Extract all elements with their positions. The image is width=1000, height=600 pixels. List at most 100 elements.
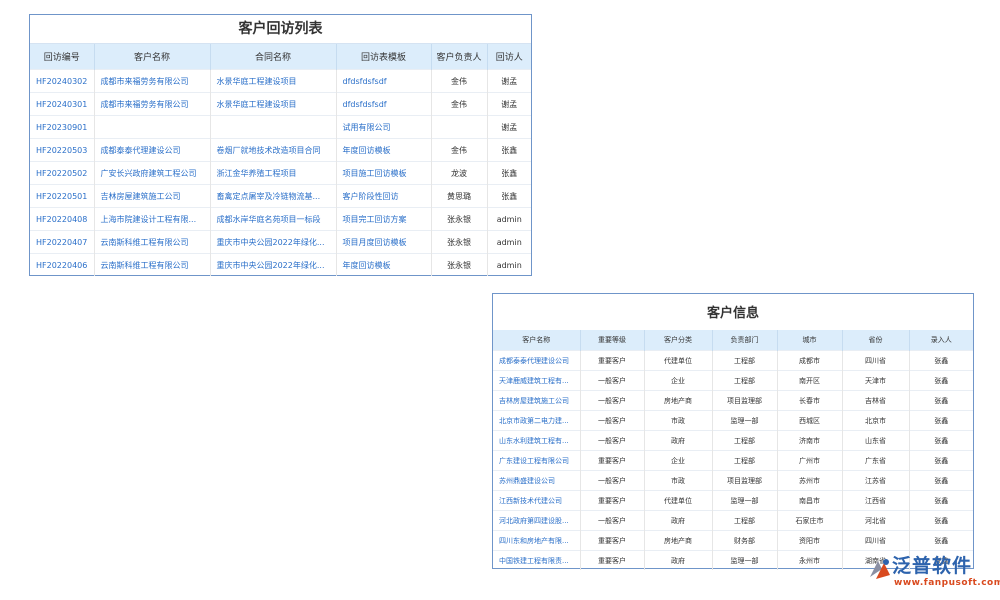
logo-name: 泛普软件 [892,551,972,578]
cell-link[interactable]: HF20220501 [30,185,94,208]
table-cell: 谢孟 [487,70,531,93]
table-cell: 工程部 [712,431,777,451]
column-header: 回访人 [487,44,531,70]
customer-row[interactable]: 成都泰泰代理建设公司重要客户代建单位工程部成都市四川省张鑫 [493,351,973,371]
cell-link[interactable]: 成都市来福劳务有限公司 [94,70,210,93]
cell-link[interactable]: HF20230901 [30,116,94,139]
table-cell: 监理一部 [712,551,777,571]
table-cell: 项目监理部 [712,391,777,411]
visit-row[interactable]: HF20220407云南斯科维工程有限公司重庆市中央公园2022年绿化...项目… [30,231,531,254]
table-cell: 广州市 [777,451,842,471]
cell-link[interactable]: HF20220406 [30,254,94,277]
table-cell: 重要客户 [580,531,644,551]
cell-link[interactable]: 畜禽定点屠宰及冷链物流基... [210,185,336,208]
cell-link[interactable]: 河北政府第四建设股... [493,511,580,531]
visit-row[interactable]: HF20220502广安长兴政府建筑工程公司浙江金华养殖工程项目项目施工回访模板… [30,162,531,185]
cell-link[interactable]: 北京市政第二电力建... [493,411,580,431]
cell-link[interactable]: 成都泰泰代理建设公司 [493,351,580,371]
cell-link[interactable]: 吉林房屋建筑施工公司 [94,185,210,208]
table-cell: 一般客户 [580,511,644,531]
cell-link[interactable]: 浙江金华养殖工程项目 [210,162,336,185]
cell-link[interactable]: 中国铁建工程有限责... [493,551,580,571]
cell-link[interactable]: 重庆市中央公园2022年绿化... [210,231,336,254]
cell-link[interactable]: 云南斯科维工程有限公司 [94,231,210,254]
customer-row[interactable]: 山东水利建筑工程有...一般客户政府工程部济南市山东省张鑫 [493,431,973,451]
cell-link[interactable]: 云南斯科维工程有限公司 [94,254,210,277]
cell-link[interactable]: 水景华庭工程建设项目 [210,93,336,116]
logo-mark-icon [866,555,894,583]
cell-link[interactable]: HF20220408 [30,208,94,231]
customer-row[interactable]: 北京市政第二电力建...一般客户市政监理一部西城区北京市张鑫 [493,411,973,431]
cell-link[interactable] [210,116,336,139]
visit-row[interactable]: HF20240302成都市来福劳务有限公司水景华庭工程建设项目dfdsfdsfs… [30,70,531,93]
cell-link[interactable]: 天津鹿威建筑工程有... [493,371,580,391]
cell-link[interactable] [94,116,210,139]
visit-list-panel: 客户回访列表 回访编号客户名称合同名称回访表模板客户负责人回访人 HF20240… [29,14,532,276]
table-cell: 市政 [644,471,712,491]
cell-link[interactable]: 山东水利建筑工程有... [493,431,580,451]
customer-row[interactable]: 江西新技术代建公司重要客户代建单位监理一部南昌市江西省张鑫 [493,491,973,511]
table-cell: 张鑫 [909,471,973,491]
table-cell: 河北省 [842,511,909,531]
table-cell: 张永银 [431,208,487,231]
cell-link[interactable]: HF20220407 [30,231,94,254]
customer-row[interactable]: 天津鹿威建筑工程有...一般客户企业工程部南开区天津市张鑫 [493,371,973,391]
table-cell: 张鑫 [909,431,973,451]
visit-list-table: 回访编号客户名称合同名称回访表模板客户负责人回访人 HF20240302成都市来… [30,44,531,276]
cell-link[interactable]: HF20240301 [30,93,94,116]
cell-link[interactable]: 广安长兴政府建筑工程公司 [94,162,210,185]
customer-info-title: 客户信息 [493,294,973,330]
visit-row[interactable]: HF20220406云南斯科维工程有限公司重庆市中央公园2022年绿化...年度… [30,254,531,277]
table-cell: 西城区 [777,411,842,431]
cell-link[interactable]: 客户阶段性回访 [336,185,431,208]
cell-link[interactable]: 试用有限公司 [336,116,431,139]
table-cell: 政府 [644,511,712,531]
cell-link[interactable]: 成都市来福劳务有限公司 [94,93,210,116]
customer-row[interactable]: 广东建设工程有限公司重要客户企业工程部广州市广东省张鑫 [493,451,973,471]
table-cell: 济南市 [777,431,842,451]
customer-row[interactable]: 苏州鼎盛建设公司一般客户市政项目监理部苏州市江苏省张鑫 [493,471,973,491]
cell-link[interactable]: 上海市院建设计工程有限... [94,208,210,231]
cell-link[interactable]: 项目施工回访模板 [336,162,431,185]
table-cell: 监理一部 [712,491,777,511]
cell-link[interactable]: 成都水岸华庭名苑项目一标段 [210,208,336,231]
table-cell: 张鑫 [909,491,973,511]
table-cell: 政府 [644,551,712,571]
cell-link[interactable]: 年度回访模板 [336,254,431,277]
cell-link[interactable]: 吉林房屋建筑施工公司 [493,391,580,411]
visit-row[interactable]: HF20220408上海市院建设计工程有限...成都水岸华庭名苑项目一标段项目完… [30,208,531,231]
cell-link[interactable]: 江西新技术代建公司 [493,491,580,511]
cell-link[interactable]: HF20220503 [30,139,94,162]
cell-link[interactable]: HF20220502 [30,162,94,185]
cell-link[interactable]: 成都泰泰代理建设公司 [94,139,210,162]
cell-link[interactable]: 卷烟厂就地技术改造项目合同 [210,139,336,162]
visit-row[interactable]: HF20220503成都泰泰代理建设公司卷烟厂就地技术改造项目合同年度回访模板金… [30,139,531,162]
table-cell: 房地产商 [644,391,712,411]
table-cell: 重要客户 [580,351,644,371]
customer-row[interactable]: 四川东和房地产有限...重要客户房地产商财务部资阳市四川省张鑫 [493,531,973,551]
table-cell: 石家庄市 [777,511,842,531]
cell-link[interactable]: 重庆市中央公园2022年绿化... [210,254,336,277]
table-cell: 成都市 [777,351,842,371]
cell-link[interactable]: 四川东和房地产有限... [493,531,580,551]
visit-row[interactable]: HF20240301成都市来福劳务有限公司水景华庭工程建设项目dfdsfdsfs… [30,93,531,116]
table-cell: 市政 [644,411,712,431]
table-cell: 黄思璐 [431,185,487,208]
cell-link[interactable]: 项目完工回访方案 [336,208,431,231]
table-cell: 永州市 [777,551,842,571]
customer-row[interactable]: 河北政府第四建设股...一般客户政府工程部石家庄市河北省张鑫 [493,511,973,531]
cell-link[interactable]: 项目月度回访模板 [336,231,431,254]
cell-link[interactable]: HF20240302 [30,70,94,93]
customer-row[interactable]: 吉林房屋建筑施工公司一般客户房地产商项目监理部长春市吉林省张鑫 [493,391,973,411]
cell-link[interactable]: 苏州鼎盛建设公司 [493,471,580,491]
cell-link[interactable]: 水景华庭工程建设项目 [210,70,336,93]
cell-link[interactable]: 年度回访模板 [336,139,431,162]
cell-link[interactable]: dfdsfdsfsdf [336,70,431,93]
table-cell: 张鑫 [487,139,531,162]
visit-row[interactable]: HF20230901试用有限公司谢孟 [30,116,531,139]
cell-link[interactable]: dfdsfdsfsdf [336,93,431,116]
table-cell: 企业 [644,451,712,471]
visit-row[interactable]: HF20220501吉林房屋建筑施工公司畜禽定点屠宰及冷链物流基...客户阶段性… [30,185,531,208]
table-cell: 财务部 [712,531,777,551]
cell-link[interactable]: 广东建设工程有限公司 [493,451,580,471]
